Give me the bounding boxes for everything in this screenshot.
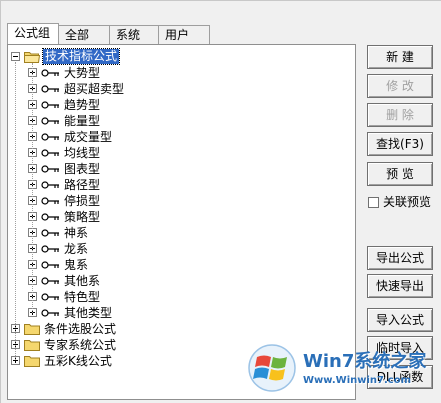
tree-node-label: 策略型 (64, 210, 101, 224)
key-icon (41, 229, 59, 237)
key-icon (41, 133, 59, 141)
tree-node-label: 鬼系 (64, 258, 89, 272)
key-icon (41, 181, 59, 189)
tree-node-formula-category[interactable]: 策略型 (8, 209, 355, 225)
tree-node-label: 图表型 (64, 162, 101, 176)
folder-icon (24, 324, 40, 335)
watermark: Win7系统之家 Www.Winwin7.com (247, 341, 437, 399)
tree-node-label: 龙系 (64, 242, 89, 256)
tree-node-formula-category[interactable]: 能量型 (8, 113, 355, 129)
delete-button[interactable]: 删 除 (367, 103, 433, 127)
key-icon (41, 293, 59, 301)
tree-node-label: 其他类型 (64, 306, 113, 320)
tree-node-formula-category[interactable]: 大势型 (8, 65, 355, 81)
key-icon (41, 85, 59, 93)
tree-node-formula-category[interactable]: 其他类型 (8, 305, 355, 321)
key-icon (41, 245, 59, 253)
tree-node-label: 超买超卖型 (64, 82, 125, 96)
tab-all[interactable]: 全部 (58, 25, 110, 44)
tree-node-label: 技术指标公式 (41, 48, 121, 65)
tree-node-formula-category[interactable]: 龙系 (8, 241, 355, 257)
new-button[interactable]: 新 建 (367, 45, 433, 69)
tab-user[interactable]: 用户 (158, 25, 210, 44)
key-icon (41, 309, 59, 317)
tree-node-label: 路径型 (64, 178, 101, 192)
tree-guide-line (32, 63, 33, 313)
tree-node-formula-category[interactable]: 路径型 (8, 177, 355, 193)
watermark-brand: Win7系统之家 (303, 351, 427, 372)
key-icon (41, 277, 59, 285)
link-preview-option[interactable]: 关联预览 (368, 195, 431, 209)
tree-guide-line (15, 62, 16, 360)
tree-node-formula-group[interactable]: 条件选股公式 (8, 321, 355, 337)
tree-node-formula-category[interactable]: 均线型 (8, 145, 355, 161)
key-icon (41, 197, 59, 205)
key-icon (41, 117, 59, 125)
export-formula-button[interactable]: 导出公式 (367, 246, 433, 270)
tree-node-label: 停损型 (64, 194, 101, 208)
tree-node-label: 五彩K线公式 (44, 354, 112, 368)
tree-node-label: 成交量型 (64, 130, 113, 144)
key-icon (41, 101, 59, 109)
link-preview-label: 关联预览 (383, 195, 432, 209)
key-icon (41, 213, 59, 221)
formula-tree: 技术指标公式 大势型超买超卖型趋势型能量型成交量型均线型图表型路径型停损型策略型… (8, 48, 355, 369)
link-preview-checkbox[interactable] (368, 197, 379, 208)
tab-system[interactable]: 系统 (109, 25, 159, 44)
tree-node-formula-category[interactable]: 成交量型 (8, 129, 355, 145)
tree-node-formula-category[interactable]: 其他系 (8, 273, 355, 289)
edit-button[interactable]: 修 改 (367, 74, 433, 98)
formula-manager-window: 公式组 全部 系统 用户 技术指标公式 大势型超买超卖型趋势型能量型成交量型均线… (0, 0, 441, 403)
tree-node-label: 神系 (64, 226, 89, 240)
tree-node-formula-category[interactable]: 神系 (8, 225, 355, 241)
tree-node-formula-category[interactable]: 停损型 (8, 193, 355, 209)
tree-node-label: 特色型 (64, 290, 101, 304)
watermark-url: Www.Winwin7.com (303, 375, 412, 386)
tree-node-label: 趋势型 (64, 98, 101, 112)
tree-node-label: 条件选股公式 (44, 322, 117, 336)
quick-export-button[interactable]: 快速导出 (367, 274, 433, 298)
tree-node-formula-category[interactable]: 趋势型 (8, 97, 355, 113)
tree-node-formula-category[interactable]: 图表型 (8, 161, 355, 177)
tree-node-label: 其他系 (64, 274, 101, 288)
tree-node-label: 均线型 (64, 146, 101, 160)
collapse-icon[interactable] (11, 52, 20, 61)
folder-icon (24, 356, 40, 367)
import-formula-button[interactable]: 导入公式 (367, 308, 433, 332)
tab-bar: 公式组 全部 系统 用户 (7, 23, 210, 45)
windows-logo-icon (248, 344, 296, 392)
key-icon (41, 261, 59, 269)
key-icon (41, 69, 59, 77)
tree-node-technical-indicators[interactable]: 技术指标公式 (8, 48, 355, 65)
tree-node-formula-category[interactable]: 特色型 (8, 289, 355, 305)
folder-icon (24, 340, 40, 351)
tree-node-formula-category[interactable]: 鬼系 (8, 257, 355, 273)
key-icon (41, 165, 59, 173)
tree-node-formula-category[interactable]: 超买超卖型 (8, 81, 355, 97)
tree-node-label: 大势型 (64, 66, 101, 80)
tree-node-label: 专家系统公式 (44, 338, 117, 352)
preview-button[interactable]: 预 览 (367, 162, 433, 186)
tree-node-label: 能量型 (64, 114, 101, 128)
find-button[interactable]: 查找(F3) (367, 132, 433, 156)
tab-formula-group[interactable]: 公式组 (7, 23, 59, 44)
key-icon (41, 149, 59, 157)
folder-open-icon (24, 52, 40, 63)
